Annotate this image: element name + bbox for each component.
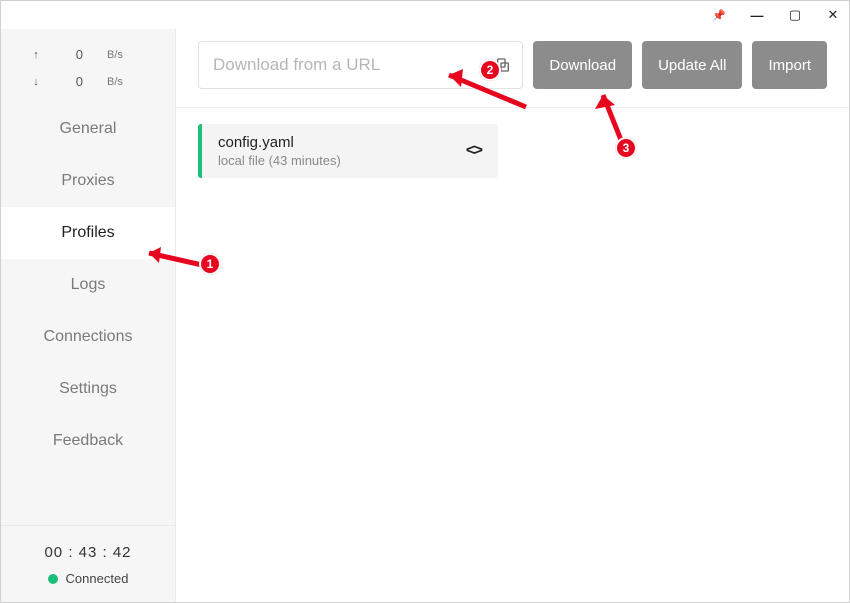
profile-name: config.yaml [218, 134, 466, 151]
url-input[interactable] [213, 55, 494, 75]
content: config.yaml local file (43 minutes) < > [176, 108, 849, 194]
app-window: 📌 — ▢ ✕ ↑ 0 B/s ↓ 0 B/s General Proxies [0, 0, 850, 603]
download-arrow-icon: ↓ [31, 76, 41, 88]
status-panel: 00 : 43 : 42 Connected [1, 525, 175, 602]
titlebar: 📌 — ▢ ✕ [1, 1, 849, 29]
code-icon[interactable]: < > [466, 142, 480, 160]
speed-panel: ↑ 0 B/s ↓ 0 B/s [1, 29, 175, 103]
status-dot-icon [48, 574, 58, 584]
nav-settings[interactable]: Settings [1, 363, 175, 415]
nav-general[interactable]: General [1, 103, 175, 155]
download-speed: ↓ 0 B/s [1, 68, 175, 95]
upload-arrow-icon: ↑ [31, 49, 41, 61]
nav-logs[interactable]: Logs [1, 259, 175, 311]
clipboard-icon[interactable] [494, 56, 512, 74]
nav-proxies[interactable]: Proxies [1, 155, 175, 207]
nav-connections[interactable]: Connections [1, 311, 175, 363]
upload-speed: ↑ 0 B/s [1, 41, 175, 68]
url-input-container [198, 41, 523, 89]
sidebar: ↑ 0 B/s ↓ 0 B/s General Proxies Profiles… [1, 29, 176, 602]
upload-value: 0 [65, 47, 83, 62]
nav: General Proxies Profiles Logs Connection… [1, 103, 175, 467]
nav-feedback[interactable]: Feedback [1, 415, 175, 467]
download-button[interactable]: Download [533, 41, 632, 89]
close-button[interactable]: ✕ [825, 7, 841, 23]
maximize-button[interactable]: ▢ [787, 7, 803, 23]
nav-profiles[interactable]: Profiles [1, 207, 175, 259]
main: Download Update All Import config.yaml l… [176, 29, 849, 602]
profile-meta: local file (43 minutes) [218, 153, 466, 168]
download-unit: B/s [107, 76, 123, 88]
connection-status: Connected [48, 571, 129, 586]
update-all-button[interactable]: Update All [642, 41, 742, 89]
app-body: ↑ 0 B/s ↓ 0 B/s General Proxies Profiles… [1, 29, 849, 602]
profile-info: config.yaml local file (43 minutes) [202, 134, 466, 168]
import-button[interactable]: Import [752, 41, 827, 89]
profile-card[interactable]: config.yaml local file (43 minutes) < > [198, 124, 498, 178]
toolbar: Download Update All Import [176, 29, 849, 108]
connection-label: Connected [66, 571, 129, 586]
upload-unit: B/s [107, 49, 123, 61]
download-value: 0 [65, 74, 83, 89]
pin-icon[interactable]: 📌 [711, 7, 727, 23]
minimize-button[interactable]: — [749, 7, 765, 23]
uptime: 00 : 43 : 42 [44, 544, 131, 561]
